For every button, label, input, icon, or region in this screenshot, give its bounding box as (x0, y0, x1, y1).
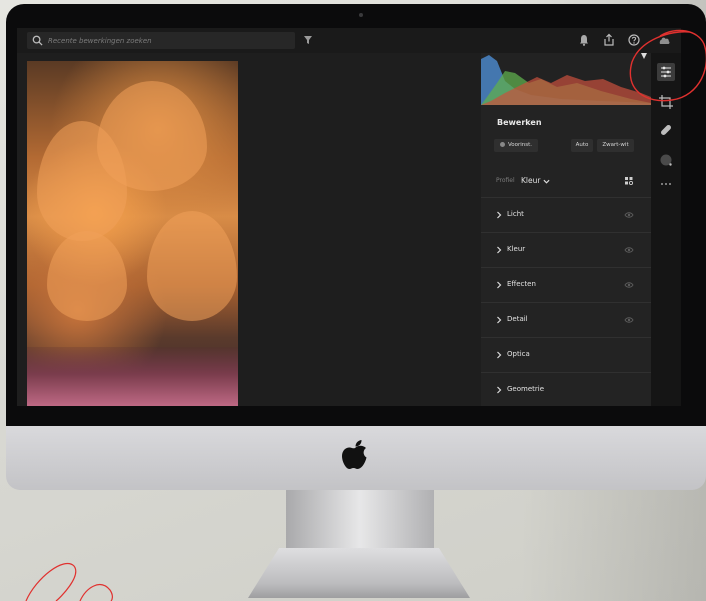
chevron-right-icon (497, 211, 502, 219)
more-icon[interactable] (657, 175, 675, 193)
chevron-right-icon (497, 316, 502, 324)
edit-panel: Bewerken Voorinst. Auto Zwart-wit Profie… (481, 105, 651, 406)
masking-icon[interactable] (657, 151, 675, 169)
photo-bar-scene (27, 347, 238, 406)
section-licht[interactable]: Licht (481, 198, 651, 232)
eye-icon[interactable] (624, 211, 634, 219)
lightroom-screen: Bewerken Voorinst. Auto Zwart-wit Profie… (17, 28, 681, 406)
section-kleur[interactable]: Kleur (481, 233, 651, 267)
chevron-right-icon (497, 281, 502, 289)
chevron-right-icon (497, 351, 502, 359)
cloud-icon[interactable] (657, 33, 671, 47)
search-input[interactable] (48, 32, 288, 49)
bandage-icon[interactable] (657, 121, 675, 139)
section-optica[interactable]: Optica (481, 338, 651, 372)
histogram (481, 53, 651, 105)
chevron-right-icon (497, 386, 502, 394)
eye-icon[interactable] (624, 281, 634, 289)
crop-icon[interactable] (657, 93, 675, 111)
presets-button[interactable]: Voorinst. (494, 139, 538, 152)
tool-strip (651, 53, 681, 406)
photo-feather (97, 81, 207, 191)
profile-label: Profiel (496, 177, 515, 184)
section-effecten[interactable]: Effecten (481, 268, 651, 302)
apple-logo-icon (342, 440, 367, 469)
section-label: Detail (507, 315, 528, 323)
section-label: Effecten (507, 280, 536, 288)
photo-feather (147, 211, 237, 321)
camera-dot (359, 13, 363, 17)
presets-icon (499, 142, 505, 147)
monitor-stand-base (248, 548, 470, 598)
bell-icon[interactable] (577, 33, 591, 47)
profile-value[interactable]: Kleur (521, 176, 540, 185)
black-white-button[interactable]: Zwart-wit (597, 139, 634, 152)
auto-button[interactable]: Auto (571, 139, 593, 152)
search-box[interactable] (27, 32, 295, 49)
share-icon[interactable] (602, 33, 616, 47)
section-detail[interactable]: Detail (481, 303, 651, 337)
section-geometrie[interactable]: Geometrie (481, 373, 651, 406)
presets-label: Voorinst. (507, 142, 533, 148)
filter-icon[interactable] (301, 33, 315, 47)
profile-browser-icon[interactable] (624, 176, 634, 186)
sliders-icon[interactable] (657, 63, 675, 81)
eye-icon[interactable] (624, 316, 634, 324)
search-icon (32, 35, 43, 46)
section-label: Kleur (507, 245, 526, 253)
eye-icon[interactable] (624, 246, 634, 254)
section-label: Optica (507, 350, 530, 358)
panel-title: Bewerken (497, 118, 542, 127)
chevron-down-icon[interactable] (543, 178, 550, 185)
section-label: Licht (507, 210, 524, 218)
chevron-right-icon (497, 246, 502, 254)
section-label: Geometrie (507, 385, 545, 393)
help-icon[interactable] (627, 33, 641, 47)
photo-feather (47, 231, 127, 321)
photo-preview[interactable] (27, 61, 238, 406)
top-bar (17, 28, 681, 53)
monitor-stand (286, 490, 434, 548)
profile-row[interactable]: Profiel Kleur (496, 176, 636, 188)
